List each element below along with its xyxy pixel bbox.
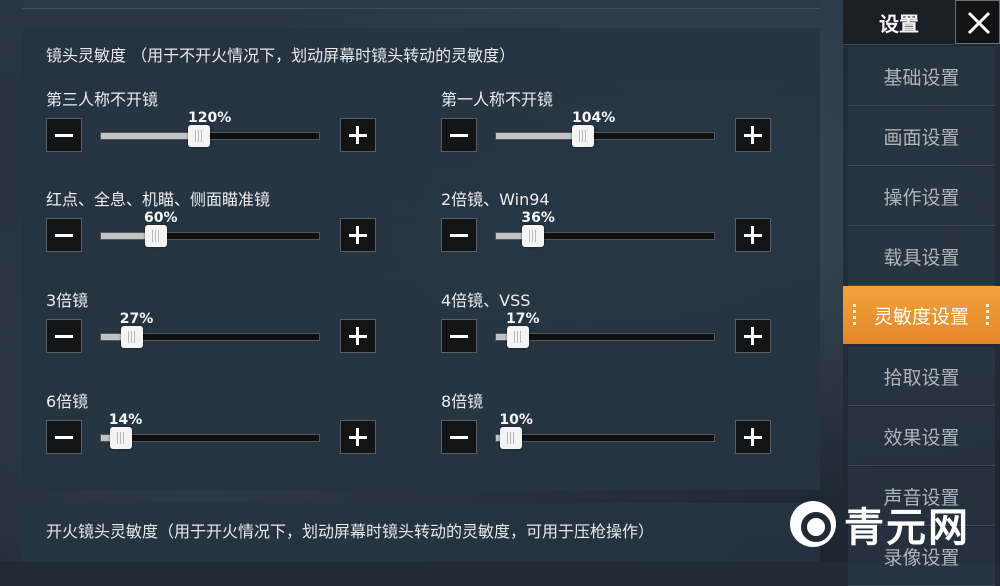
increase-button[interactable] [340, 118, 376, 152]
sidebar-item-label: 基础设置 [883, 66, 960, 89]
increase-button[interactable] [340, 420, 376, 454]
slider-fill [101, 133, 189, 139]
decrease-button[interactable] [441, 218, 477, 252]
minus-icon [450, 234, 468, 237]
slider-value: 60% [144, 210, 178, 226]
minus-icon [450, 134, 468, 137]
slider-handle[interactable] [120, 326, 143, 348]
sidebar-item[interactable]: 拾取设置 [848, 347, 995, 406]
sidebar-item-label: 载具设置 [883, 246, 960, 269]
sensitivity-slider[interactable] [495, 326, 715, 348]
slider-value: 17% [506, 311, 540, 327]
slider-label: 6倍镜 [46, 392, 89, 411]
slider-row: 8倍镜 10% [441, 388, 771, 468]
watermark-logo-icon [790, 501, 836, 547]
slider-value: 14% [108, 412, 143, 428]
increase-button[interactable] [735, 218, 771, 252]
minus-icon [55, 134, 73, 137]
watermark-text: 青元网 [844, 505, 970, 551]
sidebar-item-label: 效果设置 [883, 426, 960, 449]
slider-fill [101, 233, 145, 239]
slider-row: 3倍镜 27% [46, 287, 376, 367]
slider-row: 4倍镜、VSS 17% [441, 287, 771, 367]
close-button[interactable] [955, 0, 1000, 44]
previous-panel-edge [22, 0, 820, 9]
slider-row: 第一人称不开镜 104% [441, 86, 771, 166]
slider-value: 10% [499, 412, 533, 428]
sensitivity-slider[interactable] [495, 427, 715, 449]
decrease-button[interactable] [46, 218, 82, 252]
grip-dots-icon [986, 304, 990, 326]
slider-row: 2倍镜、Win94 36% [441, 186, 771, 266]
slider-fill [101, 334, 121, 340]
slider-fill [496, 133, 573, 139]
sensitivity-slider[interactable] [495, 125, 715, 147]
slider-handle[interactable] [572, 125, 595, 147]
decrease-button[interactable] [441, 420, 477, 454]
decrease-button[interactable] [46, 118, 82, 152]
slider-handle[interactable] [506, 326, 529, 348]
slider-label: 第三人称不开镜 [46, 90, 159, 109]
sensitivity-slider[interactable] [495, 225, 715, 247]
slider-value: 36% [521, 210, 555, 226]
watermark: 青元网 [790, 498, 995, 551]
minus-icon [450, 436, 468, 439]
slider-label: 2倍镜、Win94 [441, 190, 550, 209]
slider-handle[interactable] [522, 225, 545, 247]
slider-label: 红点、全息、机瞄、侧面瞄准镜 [46, 190, 271, 209]
increase-button[interactable] [735, 420, 771, 454]
sensitivity-slider[interactable] [100, 427, 320, 449]
close-icon [967, 11, 991, 35]
slider-fill [496, 233, 523, 239]
slider-row: 6倍镜 14% [46, 388, 376, 468]
slider-fill [101, 435, 110, 441]
increase-button[interactable] [340, 319, 376, 353]
sensitivity-slider[interactable] [100, 326, 320, 348]
sidebar-item-label: 画面设置 [883, 126, 960, 149]
slider-handle[interactable] [500, 427, 523, 449]
sidebar-item[interactable]: 载具设置 [848, 227, 995, 286]
decrease-button[interactable] [441, 319, 477, 353]
settings-title: 设置 [843, 0, 955, 45]
slider-row: 第三人称不开镜 120% [46, 86, 376, 166]
minus-icon [55, 234, 73, 237]
sidebar-item[interactable]: 效果设置 [848, 407, 995, 466]
slider-handle[interactable] [144, 225, 167, 247]
decrease-button[interactable] [46, 319, 82, 353]
increase-button[interactable] [340, 218, 376, 252]
sidebar-item[interactable]: 操作设置 [848, 167, 995, 226]
grip-dots-icon [853, 304, 857, 326]
section-title: 镜头灵敏度 （用于不开火情况下，划动屏幕时镜头转动的灵敏度） [46, 46, 516, 65]
increase-button[interactable] [735, 118, 771, 152]
sensitivity-slider[interactable] [100, 125, 320, 147]
sidebar-item[interactable]: 灵敏度设置 [843, 286, 1000, 344]
sensitivity-slider[interactable] [100, 225, 320, 247]
slider-value: 104% [572, 110, 616, 126]
increase-button[interactable] [735, 319, 771, 353]
slider-value: 27% [119, 311, 154, 327]
slider-label: 第一人称不开镜 [441, 90, 554, 109]
sidebar-item-label: 拾取设置 [883, 366, 960, 389]
slider-handle[interactable] [188, 125, 211, 147]
minus-icon [450, 335, 468, 338]
slider-label: 4倍镜、VSS [441, 291, 531, 310]
minus-icon [55, 436, 73, 439]
slider-row: 红点、全息、机瞄、侧面瞄准镜 60% [46, 186, 376, 266]
slider-fill [496, 334, 507, 340]
slider-handle[interactable] [109, 427, 132, 449]
sidebar-item-label: 灵敏度设置 [873, 305, 969, 328]
sidebar-item[interactable]: 基础设置 [848, 47, 995, 106]
slider-label: 8倍镜 [441, 392, 484, 411]
sidebar-item-label: 操作设置 [883, 186, 960, 209]
decrease-button[interactable] [46, 420, 82, 454]
sidebar-item[interactable]: 画面设置 [848, 107, 995, 166]
section2-title: 开火镜头灵敏度（用于开火情况下，划动屏幕时镜头转动的灵敏度，可用于压枪操作） [46, 522, 655, 541]
slider-value: 120% [188, 110, 232, 126]
decrease-button[interactable] [441, 118, 477, 152]
minus-icon [55, 335, 73, 338]
slider-label: 3倍镜 [46, 291, 89, 310]
